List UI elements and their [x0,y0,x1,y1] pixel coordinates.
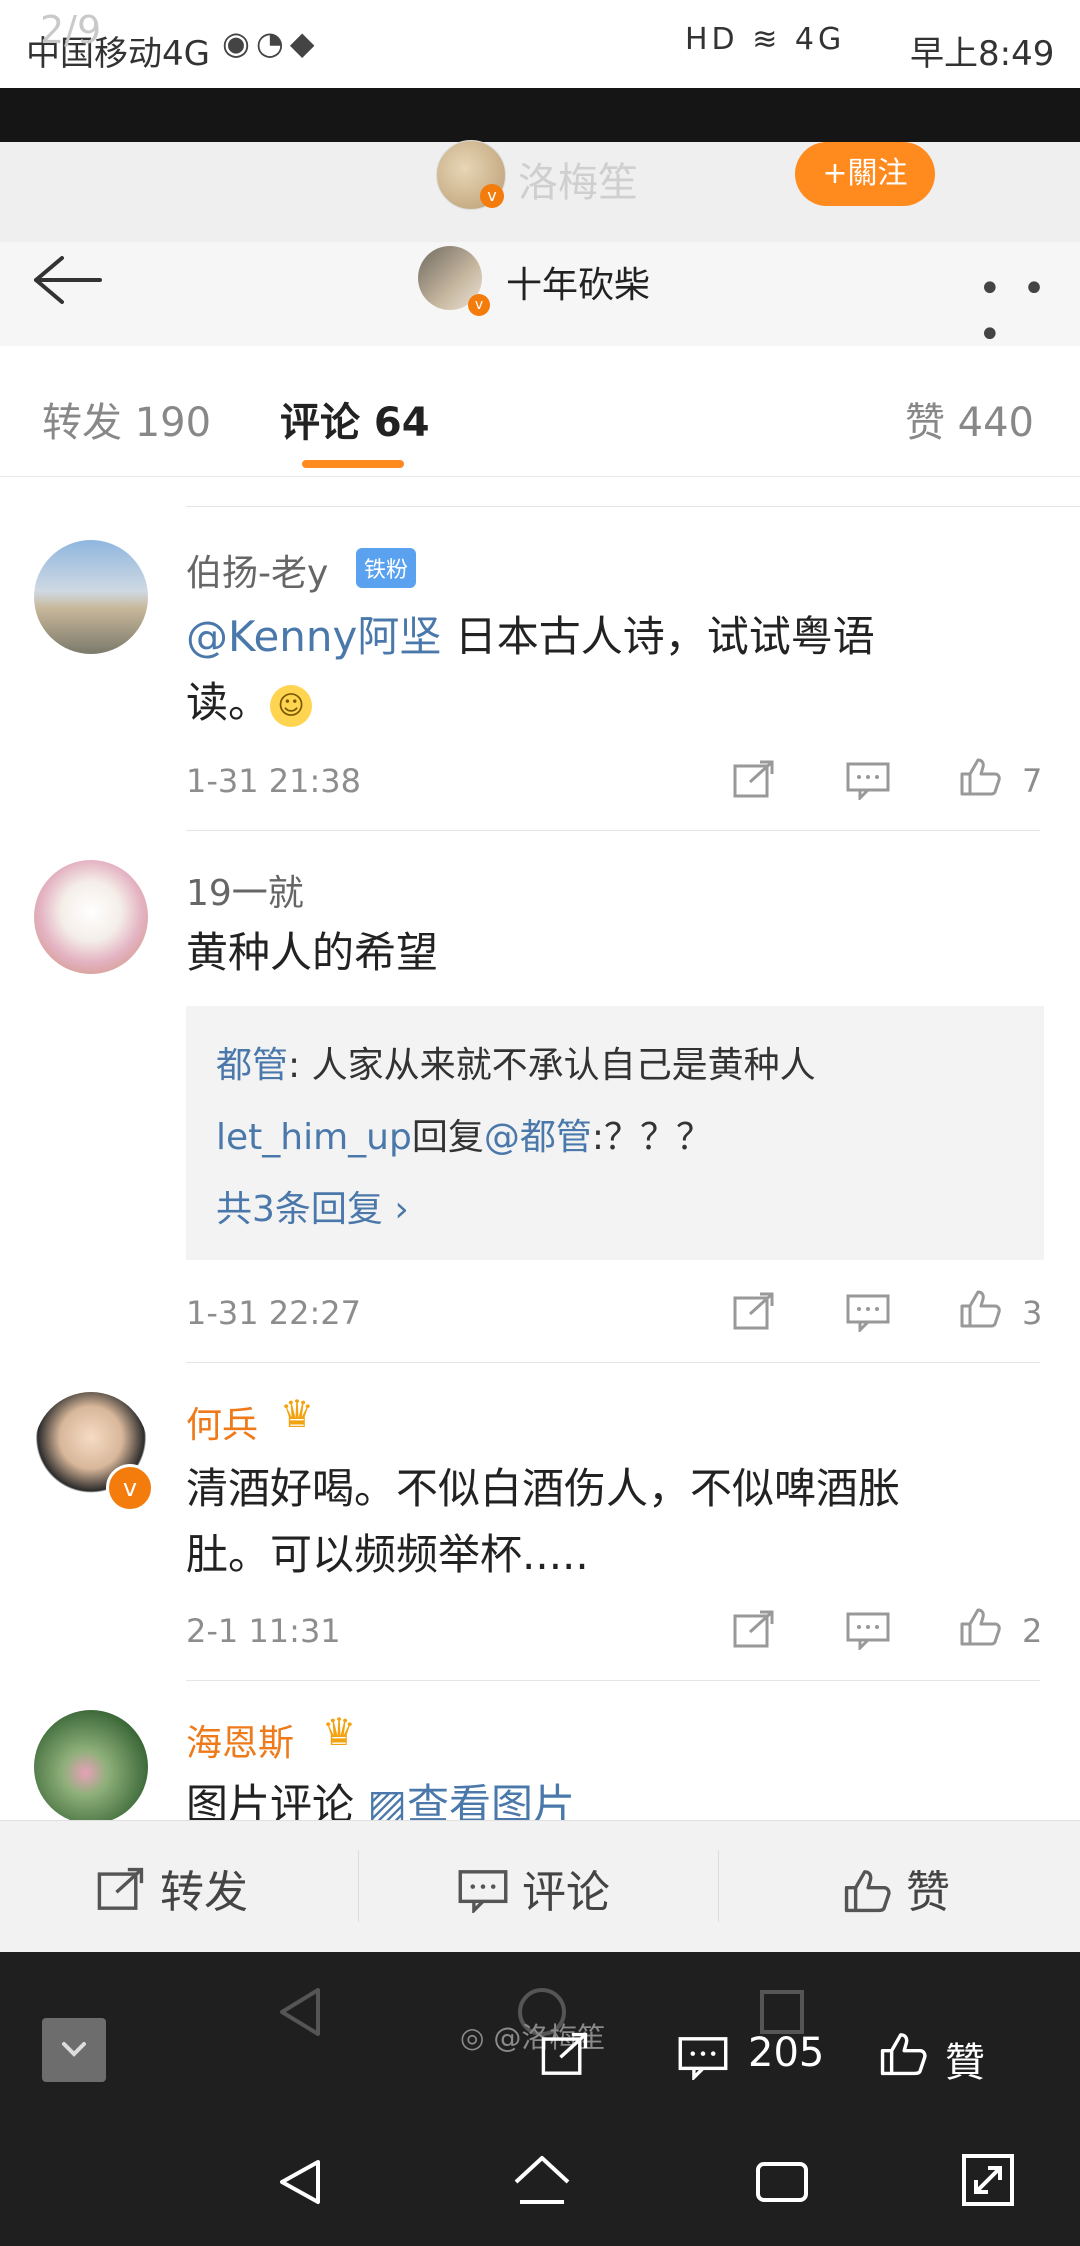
comment-text: @Kenny阿坚 日本古人诗，试试粤语 读。 ☺ [186,604,1080,736]
reply-user-link[interactable]: let_him_up [216,1117,412,1158]
active-tab-indicator [302,460,404,468]
reply-line: 都管: 人家从来就不承认自己是黄种人 [216,1036,816,1088]
tab-repost[interactable]: 转发 190 [42,390,211,448]
image-icon: ▨ [367,1780,408,1820]
reply-line: let_him_up回复@都管:？？？ [216,1108,712,1160]
more-options-icon[interactable]: • • • [978,266,1080,358]
nav-home-icon[interactable] [510,2152,574,2212]
comment-icon[interactable] [678,2034,728,2080]
commenter-avatar[interactable] [34,1710,148,1824]
commenter-name[interactable]: 19一就 [186,864,304,916]
comment-text: 清酒好喝。不似白酒伤人，不似啤酒胀 肚。可以频频举杯..... [186,1456,1080,1588]
reply-user-link[interactable]: 都管 [216,1045,288,1086]
like-count: 7 [1022,762,1043,800]
divider [186,1680,1040,1681]
verified-icon: v [106,1464,154,1512]
signal-icons: HD ≋ 4G [685,22,846,57]
comment-count: 205 [748,2030,825,2076]
watermark-name[interactable]: 洛梅笙 [518,150,638,208]
thumbs-up-icon[interactable] [958,1606,1002,1646]
divider [186,830,1040,831]
back-triangle-icon[interactable] [270,1982,330,2042]
expand-icon[interactable] [958,2150,1018,2210]
mention-link[interactable]: @都管 [484,1117,592,1158]
tab-like[interactable]: 赞 440 [905,390,1034,448]
like-button[interactable]: 赞 [842,1856,950,1920]
comment-text: 黄种人的希望 [186,928,439,977]
tab-comment[interactable]: 评论 64 [280,390,430,448]
repost-button[interactable]: 转发 [96,1856,248,1920]
comment-time: 2-1 11:31 [186,1612,341,1650]
divider [186,1362,1040,1363]
reply-text: : 人家从来就不承认自己是黄种人 [288,1045,816,1086]
comment-button[interactable]: 评论 [458,1856,610,1920]
like-count: 2 [1022,1612,1043,1650]
page-title: 十年砍柴 [506,265,651,306]
verified-icon: v [480,184,504,208]
crown-icon: ♛ [322,1710,357,1754]
back-arrow-icon[interactable] [28,250,108,310]
reply-text: :？？？ [591,1117,712,1158]
like-label: 赞 [906,1867,950,1918]
comment-text-part: 清酒好喝。不似白酒伤人，不似啤酒胀 [186,1464,901,1513]
nav-recents-icon[interactable] [752,2152,812,2212]
share-icon[interactable] [540,2032,590,2078]
share-icon [97,1867,144,1910]
share-icon[interactable] [732,1610,776,1650]
notification-icons: ◉◔◆ [222,24,320,62]
commenter-name[interactable]: 伯扬-老y [186,544,328,596]
smile-emoji-icon: ☺ [270,684,313,727]
commenter-name[interactable]: 海恩斯 [186,1714,294,1766]
comment-label: 评论 [522,1867,610,1918]
praise-label[interactable]: 贊 [945,2030,985,2088]
fan-badge: 铁粉 [356,548,417,588]
comment-text-part: 肚。可以频频举杯..... [186,1530,589,1579]
reply-icon[interactable] [846,760,890,800]
comment-text: 图片评论 ▨查看图片 [186,1772,1080,1820]
thumbs-up-icon[interactable] [878,2030,928,2076]
thumbs-up-icon[interactable] [958,756,1002,796]
commenter-avatar[interactable] [34,860,148,974]
top-dark-band [0,88,1080,142]
chevron-down-icon [62,2042,86,2057]
commenter-name[interactable]: 何兵 [186,1396,258,1448]
clock: 早上8:49 [910,34,1055,74]
like-count: 3 [1022,1294,1043,1332]
reply-icon[interactable] [846,1292,890,1332]
divider [718,1850,719,1922]
divider [186,506,1080,507]
mention-link[interactable]: @Kenny阿坚 [186,612,441,661]
collapse-button[interactable] [42,2018,106,2082]
thumbs-up-icon [844,1870,891,1913]
comment-time: 1-31 21:38 [186,762,362,800]
weibo-icon: ◉ [222,24,256,62]
qq-icon: ◆ [289,24,321,62]
nav-back-icon[interactable] [270,2152,330,2212]
weibo-logo-icon: ◎ [460,2021,485,2054]
more-replies-link[interactable]: 共3条回复 › [216,1180,409,1232]
follow-button[interactable]: +關注 [795,142,935,206]
divider [358,1850,359,1922]
comment-text-part: 日本古人诗，试试粤语 [441,612,875,661]
reply-icon[interactable] [846,1610,890,1650]
reply-text: 回复 [411,1117,484,1158]
comment-text-part: 图片评论 [186,1780,368,1820]
comment-time: 1-31 22:27 [186,1294,362,1332]
share-icon[interactable] [732,1292,776,1332]
share-icon[interactable] [732,760,776,800]
commenter-avatar[interactable] [34,540,148,654]
wechat-icon: ◔ [255,24,290,62]
comment-icon [458,1870,508,1915]
crown-icon: ♛ [280,1392,315,1436]
verified-icon: v [468,294,490,316]
repost-label: 转发 [160,1867,248,1918]
thumbs-up-icon[interactable] [958,1288,1002,1328]
view-image-link[interactable]: 查看图片 [407,1780,575,1820]
comment-text-part: 读。 [186,678,271,727]
image-pager: 2/9 [40,8,102,52]
